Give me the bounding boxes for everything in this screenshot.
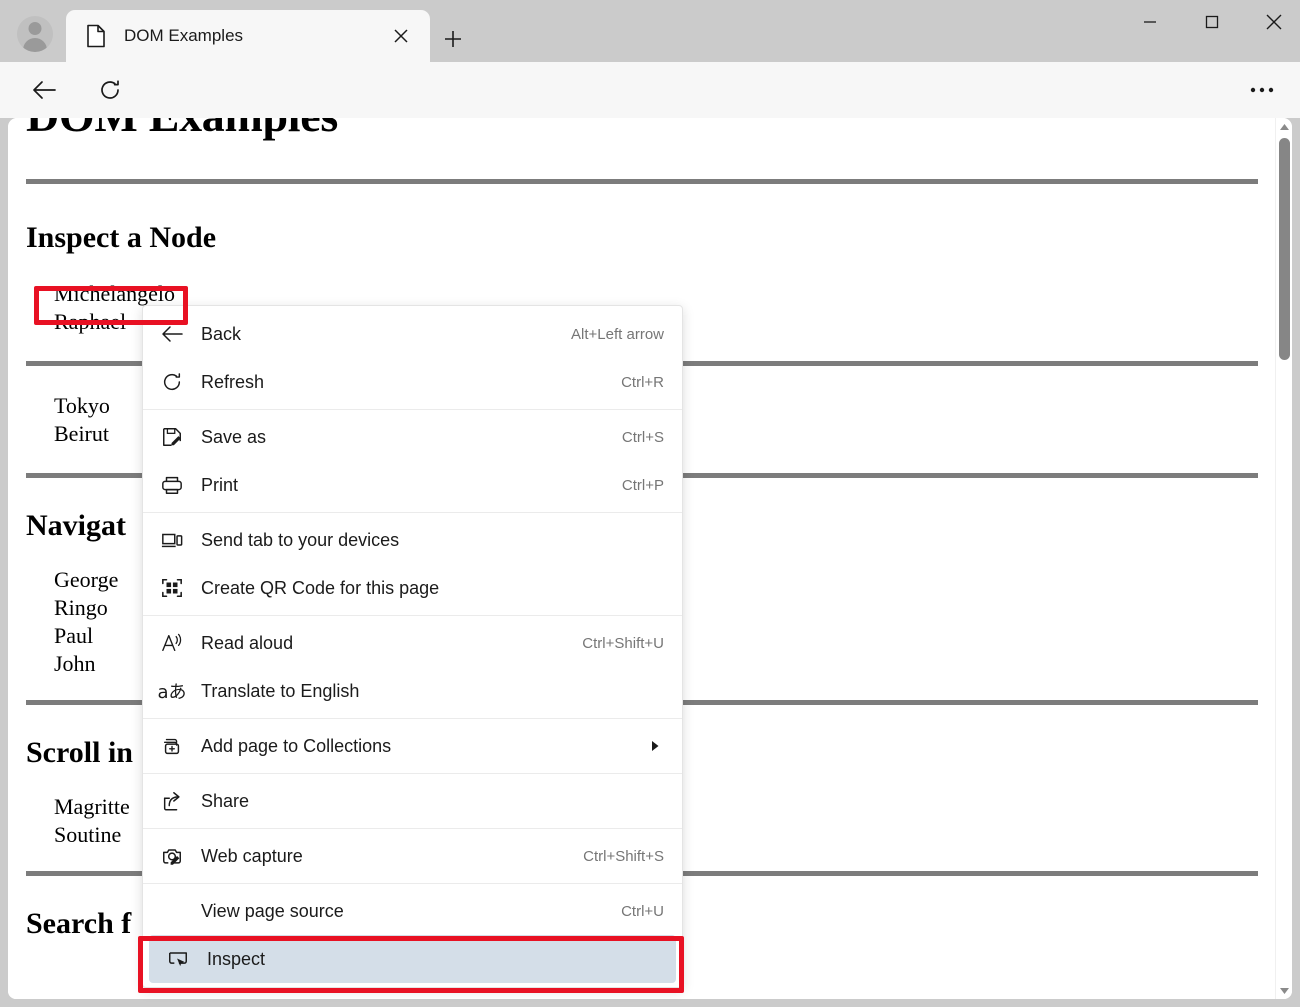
scroll-down-arrow[interactable] bbox=[1276, 982, 1292, 999]
menu-separator bbox=[143, 409, 682, 410]
menu-item-translate[interactable]: aあ Translate to English bbox=[143, 667, 682, 715]
avatar bbox=[17, 16, 53, 52]
menu-item-share[interactable]: Share bbox=[143, 777, 682, 825]
maximize-button[interactable] bbox=[1186, 0, 1238, 44]
browser-toolbar: https://microsoftedge.github.io/Demos/de… bbox=[0, 62, 1300, 174]
section-heading: Inspect a Node bbox=[26, 220, 217, 254]
print-icon bbox=[143, 474, 201, 496]
save-icon bbox=[143, 426, 201, 448]
web-capture-icon bbox=[143, 845, 201, 867]
menu-item-label: Create QR Code for this page bbox=[201, 577, 440, 598]
browser-tab[interactable]: DOM Examples bbox=[66, 10, 430, 62]
menu-item-send-tab[interactable]: Send tab to your devices bbox=[143, 516, 682, 564]
scrollbar-thumb[interactable] bbox=[1279, 138, 1290, 360]
menu-item-label: Read aloud bbox=[201, 632, 294, 653]
menu-separator bbox=[143, 512, 682, 513]
menu-item-label: Back bbox=[201, 323, 242, 344]
page-title: DOM Examples bbox=[26, 118, 1258, 143]
menu-item-view-page-source[interactable]: View page source Ctrl+U bbox=[143, 887, 682, 935]
menu-item-shortcut: Ctrl+Shift+U bbox=[582, 634, 664, 652]
title-bar: DOM Examples bbox=[0, 0, 1300, 62]
menu-item-web-capture[interactable]: Web capture Ctrl+Shift+S bbox=[143, 832, 682, 880]
menu-item-print[interactable]: Print Ctrl+P bbox=[143, 461, 682, 509]
menu-separator bbox=[143, 773, 682, 774]
menu-item-label: Save as bbox=[201, 426, 267, 447]
menu-item-add-to-collections[interactable]: Add page to Collections bbox=[143, 722, 682, 770]
menu-item-qr-code[interactable]: Create QR Code for this page bbox=[143, 564, 682, 612]
menu-item-label: View page source bbox=[201, 900, 344, 921]
menu-item-shortcut: Ctrl+U bbox=[621, 902, 664, 920]
profile-avatar-button[interactable] bbox=[10, 10, 60, 58]
menu-separator bbox=[143, 883, 682, 884]
share-icon bbox=[143, 790, 201, 812]
inspect-icon bbox=[149, 948, 207, 970]
menu-separator bbox=[143, 615, 682, 616]
menu-item-label: Web capture bbox=[201, 845, 303, 866]
document-icon bbox=[86, 24, 106, 48]
menu-item-label: Add page to Collections bbox=[201, 735, 392, 756]
list-item[interactable]: Michelangelo bbox=[54, 280, 1258, 308]
translate-icon: aあ bbox=[157, 682, 187, 703]
menu-item-read-aloud[interactable]: Read aloud Ctrl+Shift+U bbox=[143, 619, 682, 667]
context-menu[interactable]: Back Alt+Left arrow Refresh Ctrl+R Save … bbox=[142, 305, 683, 988]
minimize-button[interactable] bbox=[1124, 0, 1176, 44]
back-arrow-icon[interactable] bbox=[24, 70, 64, 110]
read-aloud-icon bbox=[143, 632, 201, 654]
menu-separator bbox=[143, 718, 682, 719]
new-tab-button[interactable] bbox=[436, 22, 470, 56]
refresh-icon bbox=[143, 371, 201, 393]
back-arrow-icon bbox=[143, 324, 201, 344]
page-scrollbar[interactable] bbox=[1275, 118, 1292, 999]
menu-item-shortcut: Ctrl+Shift+S bbox=[583, 847, 664, 865]
menu-separator bbox=[143, 828, 682, 829]
menu-item-label: Translate to English bbox=[201, 680, 360, 701]
devices-icon bbox=[143, 529, 201, 551]
menu-item-shortcut: Ctrl+S bbox=[621, 428, 664, 446]
close-window-button[interactable] bbox=[1248, 0, 1300, 44]
qr-code-icon bbox=[143, 577, 201, 599]
menu-item-label: Refresh bbox=[201, 371, 265, 392]
more-options-icon[interactable] bbox=[1242, 70, 1282, 110]
chevron-right-icon bbox=[646, 740, 664, 752]
close-icon[interactable] bbox=[384, 19, 418, 53]
menu-item-shortcut: Ctrl+P bbox=[621, 476, 664, 494]
menu-item-label: Inspect bbox=[207, 948, 266, 969]
refresh-icon[interactable] bbox=[90, 70, 130, 110]
menu-item-label: Send tab to your devices bbox=[201, 529, 400, 550]
browser-window: DOM Examples Inspect a Node Michelangelo… bbox=[0, 0, 1300, 1007]
menu-item-shortcut: Ctrl+R bbox=[621, 373, 664, 391]
menu-item-label: Print bbox=[201, 474, 239, 495]
menu-item-refresh[interactable]: Refresh Ctrl+R bbox=[143, 358, 682, 406]
menu-item-shortcut: Alt+Left arrow bbox=[571, 325, 664, 343]
menu-item-inspect[interactable]: Inspect bbox=[149, 935, 676, 983]
menu-item-back[interactable]: Back Alt+Left arrow bbox=[143, 310, 682, 358]
menu-item-save-as[interactable]: Save as Ctrl+S bbox=[143, 413, 682, 461]
collections-icon bbox=[143, 735, 201, 757]
scroll-up-arrow[interactable] bbox=[1276, 118, 1292, 135]
menu-item-label: Share bbox=[201, 790, 250, 811]
tab-title: DOM Examples bbox=[124, 26, 244, 45]
